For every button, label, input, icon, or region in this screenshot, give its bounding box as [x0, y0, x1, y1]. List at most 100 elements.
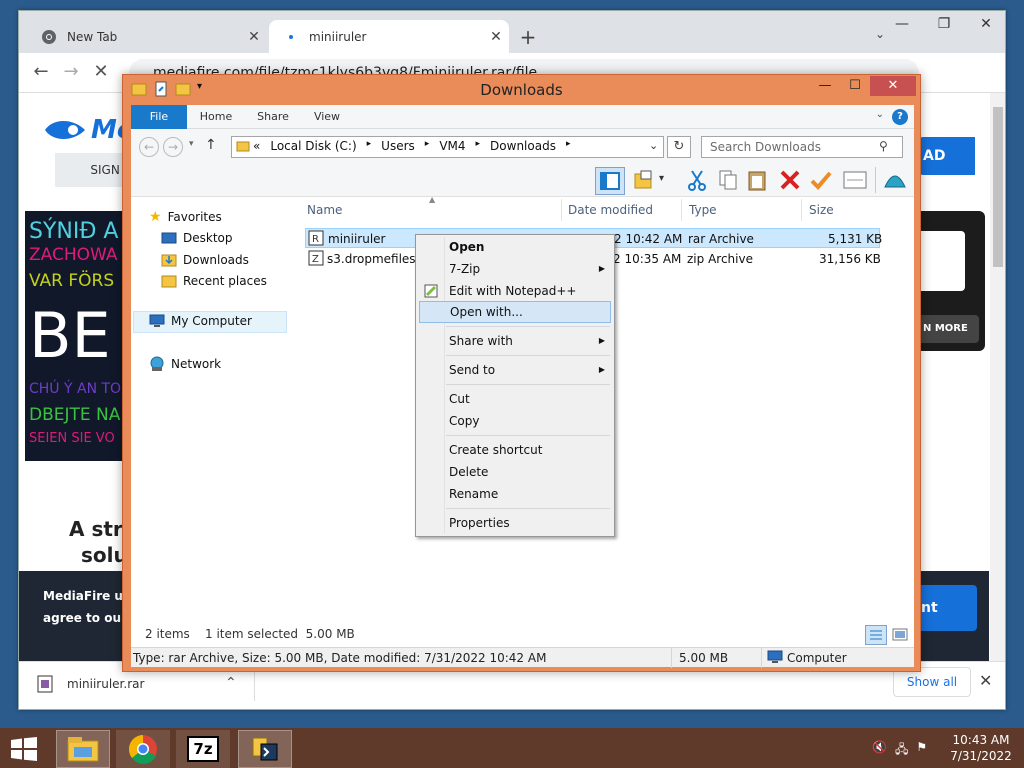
chevron-right-icon[interactable]: ▸	[367, 139, 372, 153]
clock-time: 10:43 AM	[952, 733, 1010, 747]
menu-item-copy[interactable]: Copy	[419, 410, 611, 432]
chevron-up-icon[interactable]: ⌃	[225, 675, 237, 691]
breadcrumb-overflow[interactable]: «	[253, 139, 260, 153]
up-icon[interactable]: ↑	[205, 137, 217, 153]
status-bar: 2 items 1 item selected 5.00 MB	[131, 623, 914, 647]
forward-icon[interactable]: →	[59, 61, 83, 82]
cookie-accept-button[interactable]: nt	[917, 585, 977, 631]
chevron-down-icon[interactable]: ⌄	[876, 109, 884, 120]
back-icon[interactable]: ←	[139, 137, 159, 157]
tab-new-tab[interactable]: New Tab ✕	[27, 20, 267, 53]
tab-share[interactable]: Share	[249, 105, 297, 129]
forward-icon[interactable]: →	[163, 137, 183, 157]
close-button[interactable]: ✕	[965, 16, 1005, 32]
maximize-button[interactable]: ☐	[840, 76, 870, 96]
paste-icon[interactable]	[747, 168, 769, 192]
taskbar-file-explorer[interactable]	[56, 730, 110, 768]
stop-icon[interactable]: ✕	[89, 61, 113, 82]
tab-close-icon[interactable]: ✕	[241, 29, 267, 45]
column-divider[interactable]	[681, 199, 682, 221]
menu-item-7zip[interactable]: 7-Zip ▶	[419, 258, 611, 280]
taskbar-clock[interactable]: 10:43 AM 7/31/2022	[950, 732, 1012, 764]
copy-icon[interactable]	[717, 169, 739, 191]
breadcrumb[interactable]: « Local Disk (C:) ▸ Users ▸ VM4 ▸ Downloads…	[253, 139, 570, 153]
dropdown-icon[interactable]: ▾	[659, 173, 664, 184]
nav-favorites[interactable]: ★ Favorites	[149, 209, 222, 225]
breadcrumb-item[interactable]: Local Disk (C:)	[270, 139, 356, 153]
shell-icon[interactable]	[883, 169, 907, 191]
folder-options-icon[interactable]	[633, 169, 655, 191]
column-header-date[interactable]: Date modified	[568, 203, 653, 217]
checkmark-icon[interactable]	[809, 169, 833, 191]
refresh-icon[interactable]: ↻	[667, 136, 691, 158]
close-button[interactable]: ✕	[870, 76, 916, 96]
download-item[interactable]: miniiruler.rar	[37, 675, 144, 693]
tab-miniiruler[interactable]: miniiruler ✕	[269, 20, 509, 53]
address-dropdown-icon[interactable]: ⌄	[649, 139, 658, 152]
cut-icon[interactable]	[687, 169, 707, 191]
large-icons-view-icon[interactable]	[891, 626, 909, 644]
column-divider[interactable]	[801, 199, 802, 221]
taskbar-chrome[interactable]	[116, 730, 170, 768]
menu-separator	[446, 355, 610, 356]
minimize-button[interactable]: —	[810, 76, 840, 96]
column-header-size[interactable]: Size	[809, 203, 834, 217]
menu-item-create-shortcut[interactable]: Create shortcut	[419, 439, 611, 461]
menu-label: Copy	[449, 414, 480, 428]
nav-desktop[interactable]: Desktop	[161, 231, 233, 245]
volume-muted-icon[interactable]: 🔇	[872, 740, 887, 761]
ad-line: SÝNIÐ A	[29, 219, 119, 244]
search-input[interactable]: Search Downloads	[701, 136, 903, 158]
delete-icon[interactable]	[779, 169, 801, 191]
tab-close-icon[interactable]: ✕	[483, 29, 509, 45]
menu-item-rename[interactable]: Rename	[419, 483, 611, 505]
close-icon[interactable]: ✕	[979, 671, 992, 690]
nav-my-computer[interactable]: My Computer	[149, 314, 252, 328]
network-icon[interactable]: 🖧	[895, 740, 908, 761]
menu-item-open[interactable]: Open	[419, 236, 611, 258]
tab-home[interactable]: Home	[191, 105, 241, 129]
taskbar-7zip[interactable]: 7z	[176, 730, 230, 768]
breadcrumb-item[interactable]: Downloads	[490, 139, 556, 153]
menu-item-edit-notepad[interactable]: Edit with Notepad++	[419, 280, 611, 302]
back-icon[interactable]: ←	[29, 61, 53, 82]
nav-network[interactable]: Network	[149, 356, 221, 372]
nav-label: Network	[171, 357, 222, 371]
new-tab-button[interactable]: +	[516, 25, 540, 49]
menu-item-share-with[interactable]: Share with ▶	[419, 330, 611, 352]
file-size: 5,131 KB	[828, 232, 883, 246]
chevron-right-icon[interactable]: ▸	[476, 139, 481, 153]
breadcrumb-item[interactable]: VM4	[439, 139, 465, 153]
breadcrumb-item[interactable]: Users	[381, 139, 415, 153]
start-button[interactable]	[10, 737, 38, 761]
scrollbar-thumb[interactable]	[993, 107, 1003, 267]
chevron-right-icon[interactable]: ▸	[566, 139, 571, 153]
action-center-icon[interactable]: ⚑	[916, 740, 927, 761]
details-view-icon[interactable]	[865, 625, 887, 645]
recent-dropdown-icon[interactable]: ▾	[189, 139, 194, 149]
tab-file[interactable]: File	[131, 105, 187, 129]
column-header-type[interactable]: Type	[689, 203, 717, 217]
menu-item-send-to[interactable]: Send to ▶	[419, 359, 611, 381]
file-type: zip Archive	[687, 252, 753, 266]
column-header-name[interactable]: Name	[307, 203, 342, 217]
download-button[interactable]: AD	[919, 137, 975, 175]
learn-more-button[interactable]: N MORE	[919, 315, 979, 343]
help-icon[interactable]: ?	[892, 109, 908, 125]
menu-item-properties[interactable]: Properties	[419, 512, 611, 534]
nav-downloads[interactable]: Downloads	[161, 252, 249, 268]
tab-view[interactable]: View	[305, 105, 349, 129]
mediafire-logo[interactable]: Me	[43, 115, 135, 145]
nav-recent-places[interactable]: Recent places	[161, 273, 267, 289]
properties-pane-icon[interactable]	[843, 171, 867, 189]
menu-item-cut[interactable]: Cut	[419, 388, 611, 410]
minimize-button[interactable]: —	[881, 16, 923, 32]
chevron-right-icon[interactable]: ▸	[425, 139, 430, 153]
rar-file-icon: R	[308, 230, 324, 246]
column-divider[interactable]	[561, 199, 562, 221]
menu-item-delete[interactable]: Delete	[419, 461, 611, 483]
maximize-button[interactable]: ❐	[923, 16, 965, 32]
taskbar-script-app[interactable]	[238, 730, 292, 768]
preview-pane-icon[interactable]	[595, 167, 625, 195]
menu-item-open-with[interactable]: Open with...	[419, 301, 611, 323]
